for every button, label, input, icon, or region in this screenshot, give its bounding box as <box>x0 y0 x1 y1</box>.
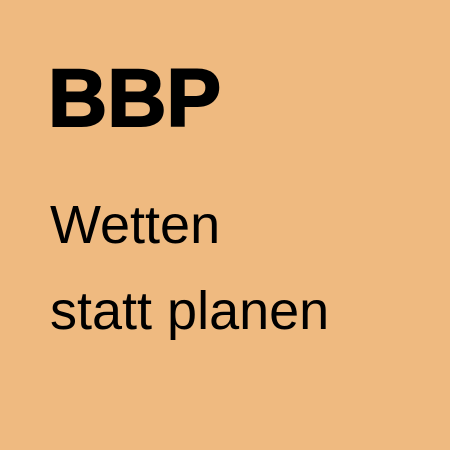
brand-tile: BBP Wetten statt planen <box>0 0 450 450</box>
brand-tagline: Wetten statt planen <box>50 182 329 354</box>
tagline-line-1: Wetten <box>50 195 221 255</box>
brand-title: BBP <box>47 53 222 144</box>
tagline-line-2: statt planen <box>50 281 330 341</box>
